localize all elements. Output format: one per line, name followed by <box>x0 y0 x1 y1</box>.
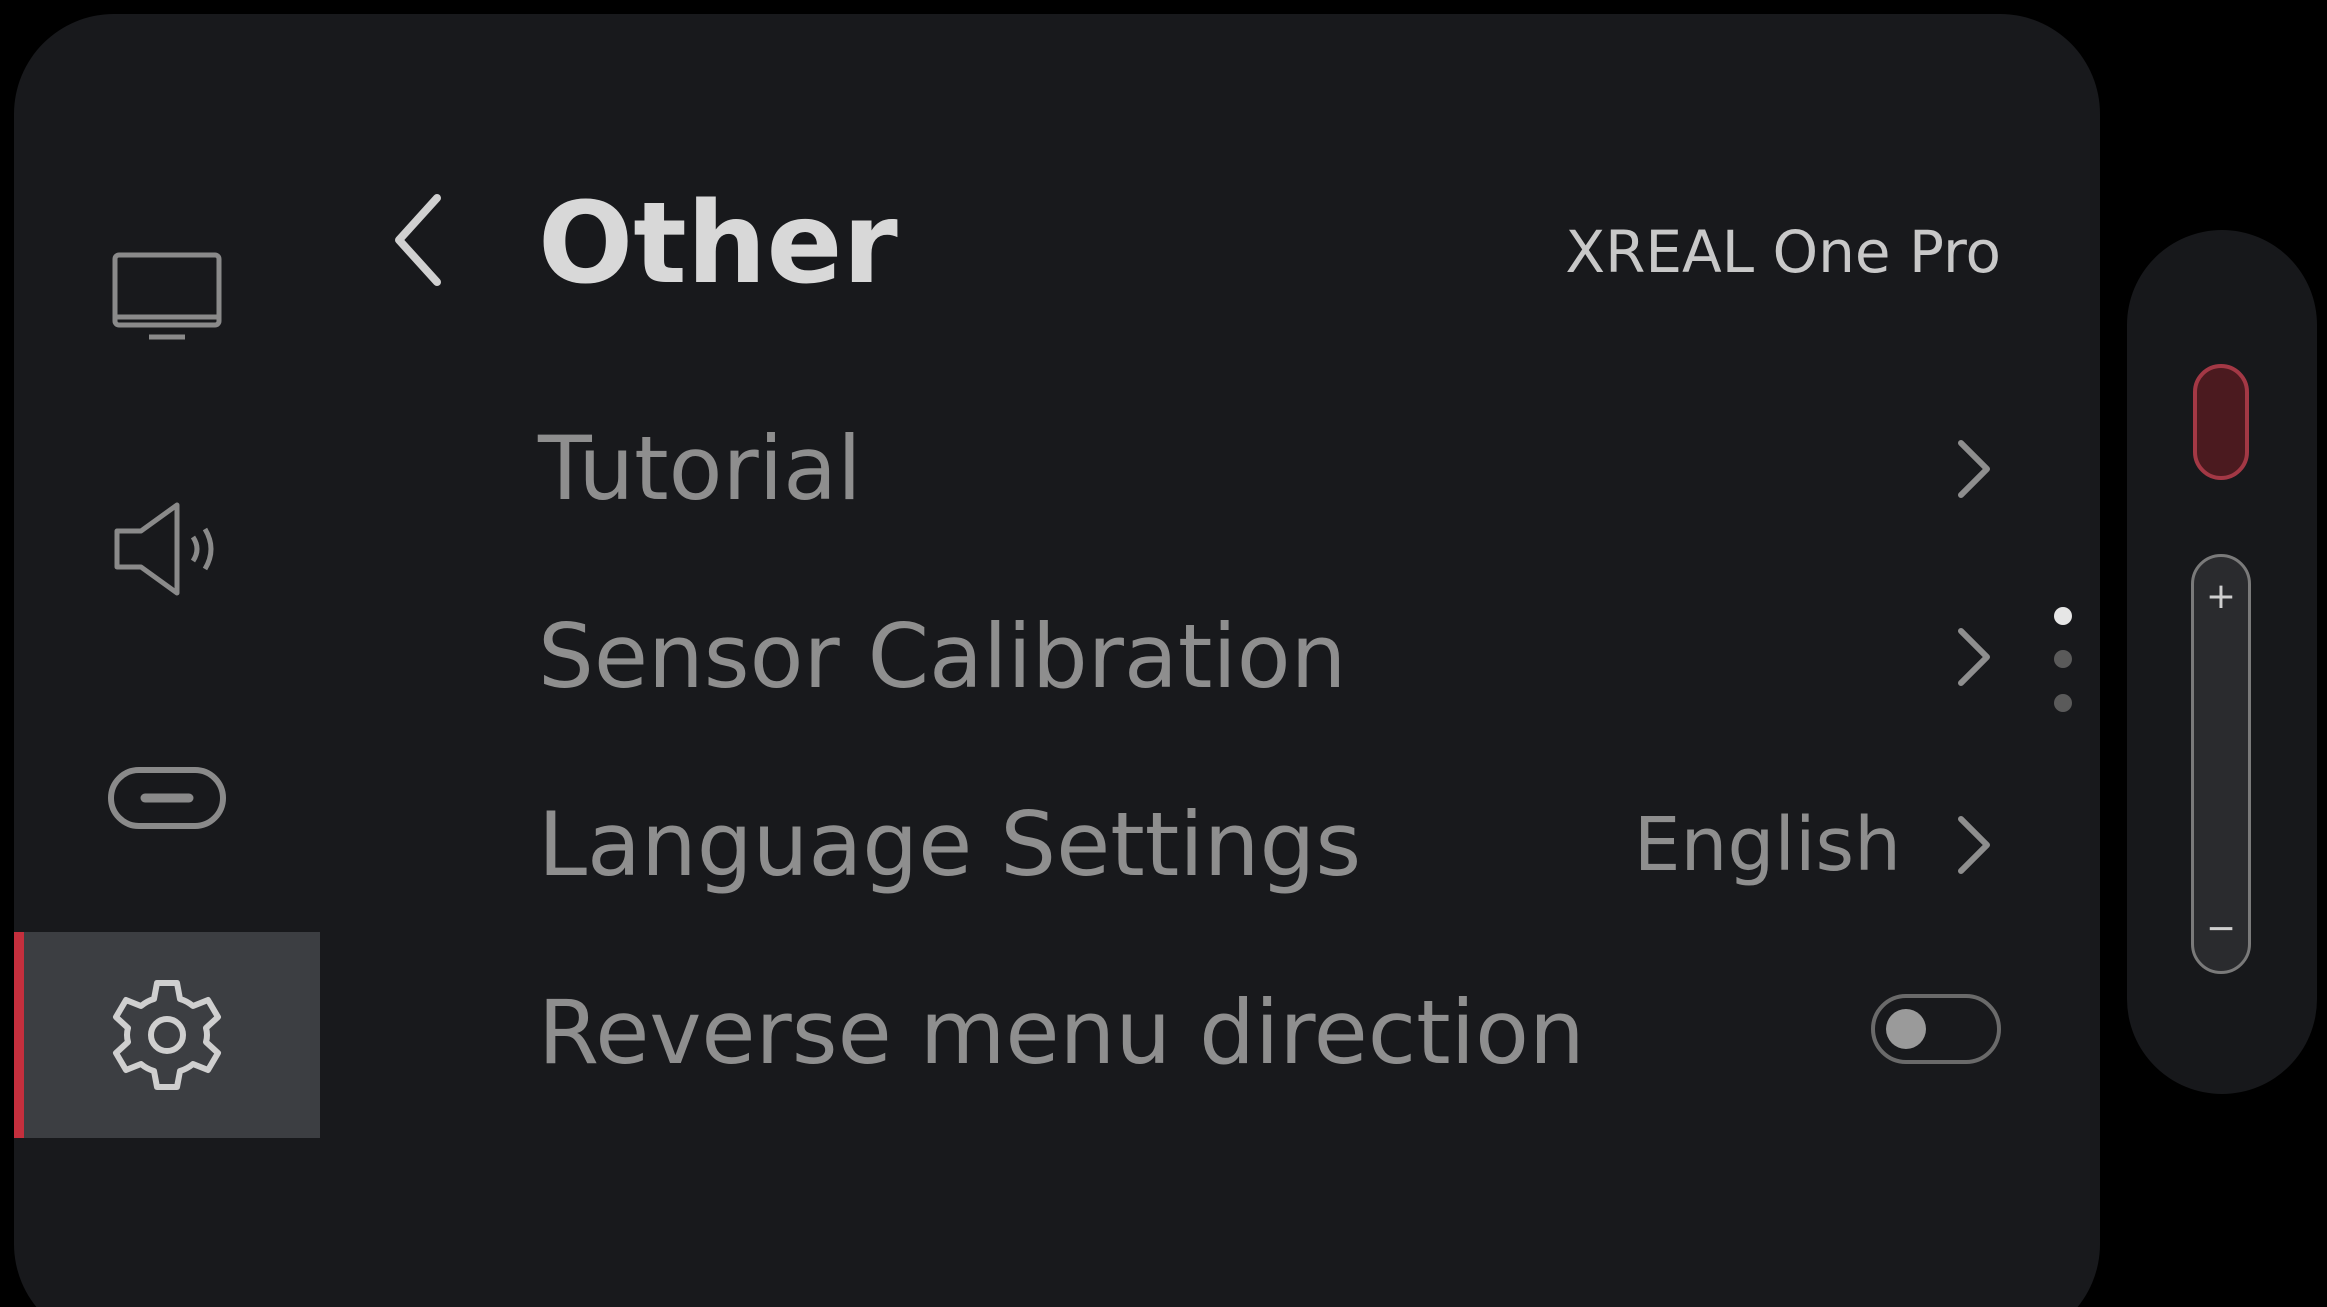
gear-icon <box>113 980 221 1090</box>
chevron-left-icon <box>395 194 441 286</box>
sidebar-item-settings[interactable] <box>14 932 320 1138</box>
menu-row-tutorial[interactable]: Tutorial <box>538 394 2001 544</box>
volume-minus-button[interactable]: − <box>2194 909 2248 949</box>
page-dot-3[interactable] <box>2054 694 2072 712</box>
page-dot-2[interactable] <box>2054 650 2072 668</box>
chevron-right-icon <box>1958 816 1990 874</box>
menu-row-language-settings[interactable]: Language Settings English <box>538 770 2001 920</box>
volume-plus-button[interactable]: + <box>2194 577 2248 617</box>
sidebar-item-button[interactable] <box>14 695 320 901</box>
monitor-icon <box>112 252 222 340</box>
back-button[interactable] <box>374 180 464 300</box>
toggle-knob <box>1886 1009 1926 1049</box>
row-label: Reverse menu direction <box>538 981 1585 1084</box>
language-value: English <box>1633 802 1901 888</box>
settings-panel: Other XREAL One Pro Tutorial Sensor Cali… <box>14 14 2100 1307</box>
menu-row-sensor-calibration[interactable]: Sensor Calibration <box>538 582 2001 732</box>
row-label: Tutorial <box>538 417 862 520</box>
sidebar-item-sound[interactable] <box>14 446 320 652</box>
screen: Other XREAL One Pro Tutorial Sensor Cali… <box>0 0 2327 1307</box>
record-button[interactable] <box>2193 364 2249 480</box>
sidebar-item-display[interactable] <box>14 194 320 400</box>
chevron-right-icon <box>1958 628 1990 686</box>
reverse-menu-toggle[interactable] <box>1871 994 2001 1064</box>
page-title: Other <box>538 179 898 309</box>
row-label: Language Settings <box>538 793 1362 896</box>
page-dot-1[interactable] <box>2054 607 2072 625</box>
side-controller: + − <box>2127 230 2317 1094</box>
menu-row-reverse-menu-direction: Reverse menu direction <box>538 958 2001 1108</box>
chevron-right-icon <box>1958 440 1990 498</box>
speaker-icon <box>114 502 214 596</box>
row-label: Sensor Calibration <box>538 605 1347 708</box>
device-name: XREAL One Pro <box>1565 218 2001 286</box>
pill-button-icon <box>108 767 226 829</box>
volume-slider[interactable]: + − <box>2191 554 2251 974</box>
